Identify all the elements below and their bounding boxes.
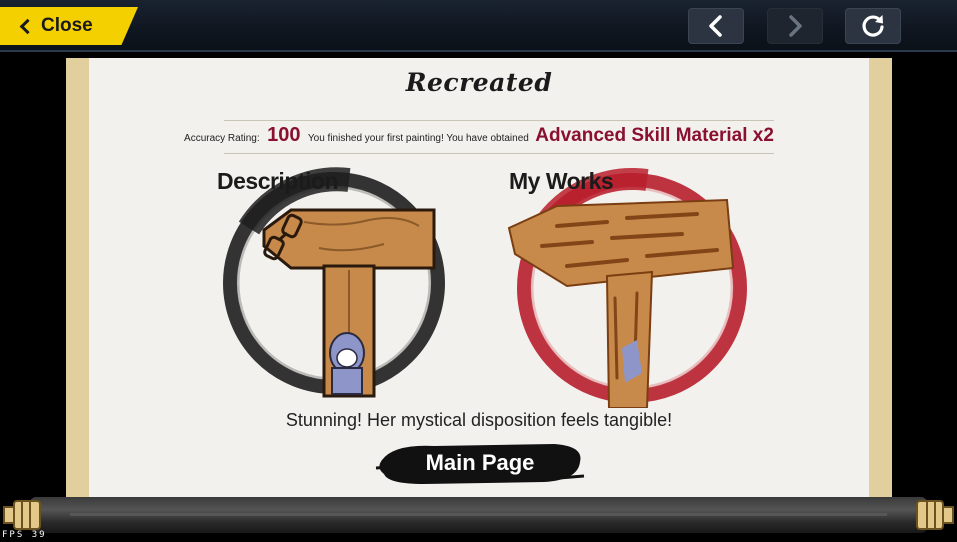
reward-text: Advanced Skill Material x2 — [535, 125, 774, 146]
description-heading: Description — [217, 168, 339, 194]
fps-label: FPS — [2, 530, 25, 540]
main-page-button[interactable]: Main Page — [374, 438, 586, 488]
fps-counter: FPS 39 — [2, 530, 47, 540]
reference-painting — [223, 167, 445, 398]
scroll-edge-right — [868, 58, 892, 500]
arrow-left-icon — [709, 15, 722, 37]
top-bar: Close — [0, 0, 957, 52]
fps-value: 39 — [31, 530, 47, 540]
result-panel: Recreated Accuracy Rating: 100 You finis… — [89, 58, 869, 500]
result-caption: Stunning! Her mystical disposition feels… — [285, 410, 673, 430]
rating-line: Accuracy Rating: 100 You finished your f… — [89, 124, 869, 147]
back-button[interactable] — [688, 8, 744, 44]
refresh-icon — [862, 15, 884, 37]
accuracy-score: 100 — [267, 124, 301, 146]
my-works-heading: My Works — [509, 168, 614, 194]
close-button[interactable]: Close — [0, 7, 138, 45]
scroll-rod — [30, 497, 927, 533]
player-painting — [507, 168, 747, 408]
accuracy-label: Accuracy Rating: — [184, 133, 260, 144]
reward-message: You finished your first painting! You ha… — [307, 133, 529, 144]
chevron-left-icon — [19, 18, 36, 35]
scroll-knob-right-icon — [916, 500, 954, 530]
scroll-knob-left-icon — [3, 500, 41, 530]
forward-button[interactable] — [767, 8, 823, 44]
reload-button[interactable] — [845, 8, 901, 44]
main-page-label: Main Page — [425, 450, 535, 475]
arrow-right-icon — [789, 15, 802, 37]
result-title: Recreated — [405, 68, 553, 97]
close-label: Close — [41, 15, 93, 36]
scroll-edge-left — [66, 58, 90, 500]
